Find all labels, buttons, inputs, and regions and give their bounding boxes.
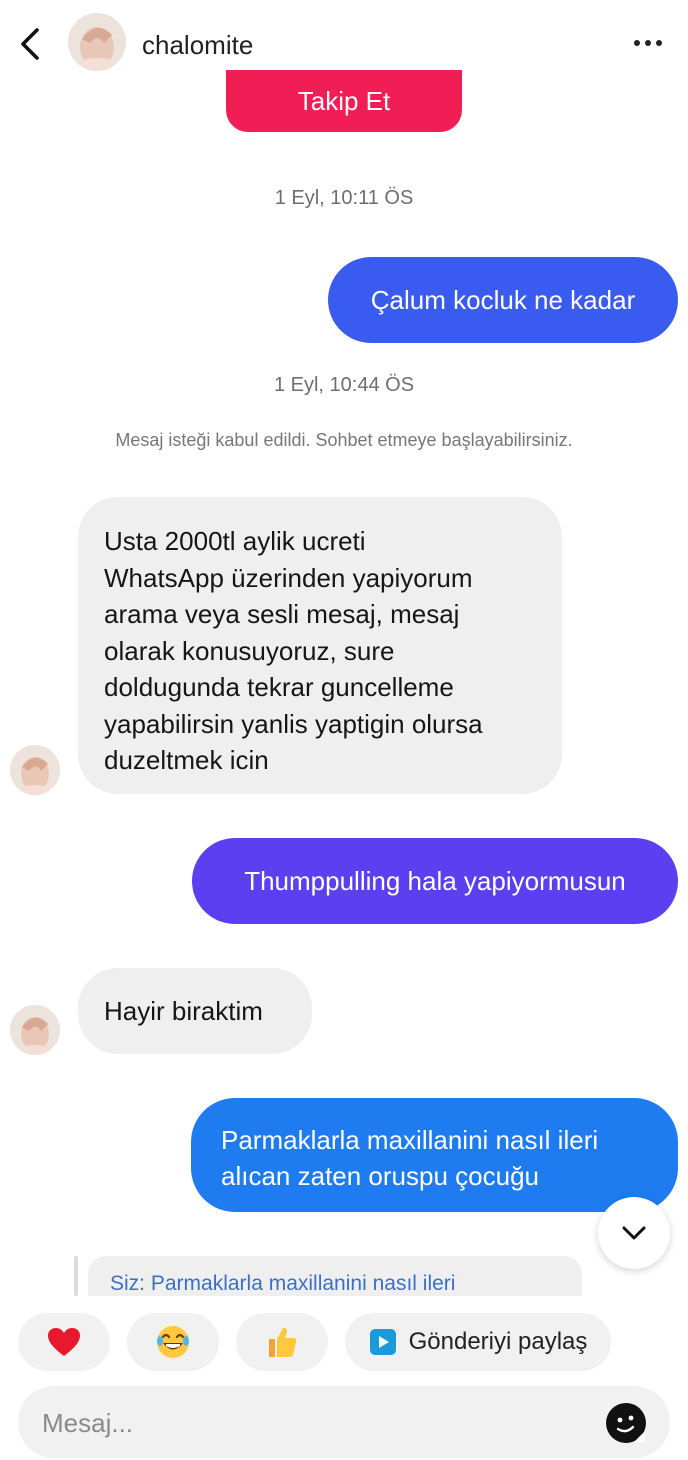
message-text: Hayir biraktim xyxy=(104,995,263,1026)
scroll-to-bottom-button[interactable] xyxy=(598,1197,670,1269)
quick-reaction-heart-button[interactable] xyxy=(18,1313,110,1371)
sticker-button[interactable] xyxy=(606,1403,646,1443)
reply-indicator-bar xyxy=(74,1256,78,1296)
message-timestamp: 1 Eyl, 10:11 ÖS xyxy=(274,187,414,209)
message-line: olarak konusuyoruz, sure xyxy=(104,635,395,666)
message-line: duzeltmek icin xyxy=(104,745,269,775)
thumbs-up-icon xyxy=(269,1327,297,1357)
sticker-icon xyxy=(607,1404,645,1442)
more-dot-icon xyxy=(656,40,662,46)
more-dot-icon xyxy=(634,40,640,46)
profile-avatar[interactable] xyxy=(68,13,126,71)
message-input[interactable] xyxy=(40,1400,584,1446)
chevron-down-icon xyxy=(622,1226,646,1240)
laughing-face-icon xyxy=(157,1326,189,1358)
more-options-button[interactable] xyxy=(628,28,668,58)
message-text: Thumppulling hala yapiyormusun xyxy=(244,865,626,896)
message-line: doldugunda tekrar guncelleme xyxy=(104,672,454,702)
message-line: WhatsApp üzerinden yapiyorum xyxy=(104,562,473,593)
message-composer xyxy=(18,1386,670,1458)
message-line: Parmaklarla maxillanini nasıl ileri xyxy=(221,1125,599,1155)
message-timestamp: 1 Eyl, 10:44 ÖS xyxy=(273,374,415,396)
quick-reaction-laugh-button[interactable] xyxy=(127,1313,219,1371)
message-line: alıcan zaten oruspu çocuğu xyxy=(221,1161,539,1191)
outgoing-message-bubble[interactable]: Çalum kocluk ne kadar xyxy=(328,257,678,343)
quick-reaction-thumbs-up-button[interactable] xyxy=(236,1313,328,1371)
share-post-label: Gönderiyi paylaş xyxy=(408,1328,588,1355)
outgoing-message-bubble[interactable]: Thumppulling hala yapiyormusun xyxy=(192,838,678,924)
reply-preview-text: Siz: Parmaklarla maxillanini nasıl ileri xyxy=(110,1272,456,1295)
incoming-message-bubble[interactable]: Hayir biraktim xyxy=(78,968,312,1054)
sender-avatar[interactable] xyxy=(10,1005,60,1055)
follow-button-label: Takip Et xyxy=(297,86,391,116)
sender-avatar[interactable] xyxy=(10,745,60,795)
message-line: arama veya sesli mesaj, mesaj xyxy=(104,599,460,629)
more-dot-icon xyxy=(645,40,651,46)
incoming-message-bubble[interactable]: Usta 2000tl aylik ucreti WhatsApp üzerin… xyxy=(78,497,562,794)
reply-preview[interactable]: Siz: Parmaklarla maxillanini nasıl ileri xyxy=(74,1254,582,1296)
outgoing-message-bubble[interactable]: Parmaklarla maxillanini nasıl ileri alıc… xyxy=(191,1098,678,1212)
message-line: yapabilirsin yanlis yaptigin olursa xyxy=(104,708,483,739)
share-post-button[interactable]: Gönderiyi paylaş xyxy=(345,1313,611,1371)
message-line: Usta 2000tl aylik ucreti xyxy=(104,526,366,556)
message-text: Çalum kocluk ne kadar xyxy=(370,284,636,315)
back-arrow-icon xyxy=(21,28,39,60)
heart-icon xyxy=(48,1328,80,1356)
back-button[interactable] xyxy=(10,22,50,66)
share-post-icon xyxy=(369,1329,396,1355)
conversation-username[interactable]: chalomite xyxy=(142,30,253,61)
follow-button[interactable]: Takip Et xyxy=(226,70,462,132)
request-accepted-note: Mesaj isteği kabul edildi. Sohbet etmeye… xyxy=(115,430,573,450)
